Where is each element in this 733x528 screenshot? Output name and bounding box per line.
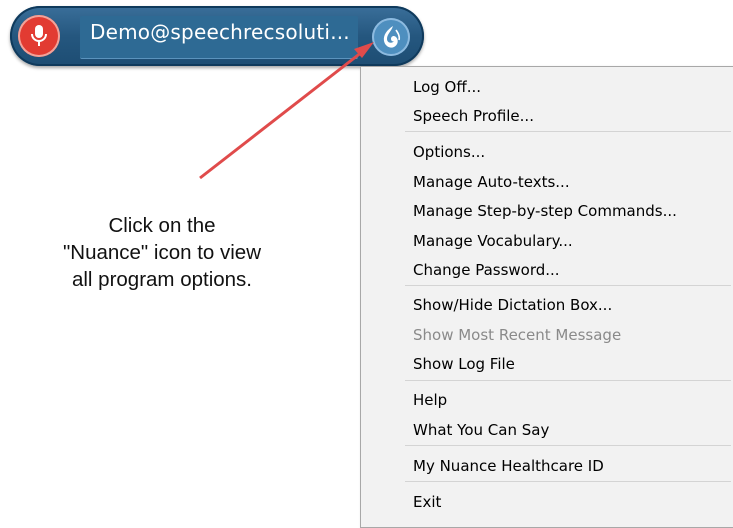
menu-item-show-most-recent-message: Show Most Recent Message — [413, 326, 622, 344]
menu-item-manage-vocabulary[interactable]: Manage Vocabulary... — [413, 232, 573, 250]
menu-item-exit[interactable]: Exit — [413, 493, 441, 511]
menu-item-change-password[interactable]: Change Password... — [413, 261, 560, 279]
instruction-line-2: "Nuance" icon to view — [62, 241, 261, 264]
nuance-context-menu: Log Off... Speech Profile... Options... … — [360, 66, 733, 528]
menu-item-my-nuance-healthcare-id[interactable]: My Nuance Healthcare ID — [413, 457, 604, 475]
menu-separator — [405, 380, 731, 381]
menu-separator — [405, 131, 731, 132]
menu-separator — [405, 481, 731, 482]
menu-item-speech-profile[interactable]: Speech Profile... — [413, 107, 534, 125]
menu-separator — [405, 445, 731, 446]
instruction-line-1: Click on the — [108, 214, 216, 237]
menu-item-help[interactable]: Help — [413, 391, 447, 409]
menu-item-what-you-can-say[interactable]: What You Can Say — [413, 421, 549, 439]
menu-item-show-log-file[interactable]: Show Log File — [413, 355, 515, 373]
menu-item-manage-auto-texts[interactable]: Manage Auto-texts... — [413, 173, 570, 191]
menu-item-show-hide-dictation-box[interactable]: Show/Hide Dictation Box... — [413, 296, 612, 314]
instruction-line-3: all program options. — [71, 268, 253, 291]
instruction-text: Click on the "Nuance" icon to view all p… — [22, 212, 302, 293]
menu-item-manage-step-by-step-commands[interactable]: Manage Step-by-step Commands... — [413, 202, 677, 220]
menu-item-options[interactable]: Options... — [413, 143, 485, 161]
menu-item-log-off[interactable]: Log Off... — [413, 78, 481, 96]
menu-separator — [405, 285, 731, 286]
